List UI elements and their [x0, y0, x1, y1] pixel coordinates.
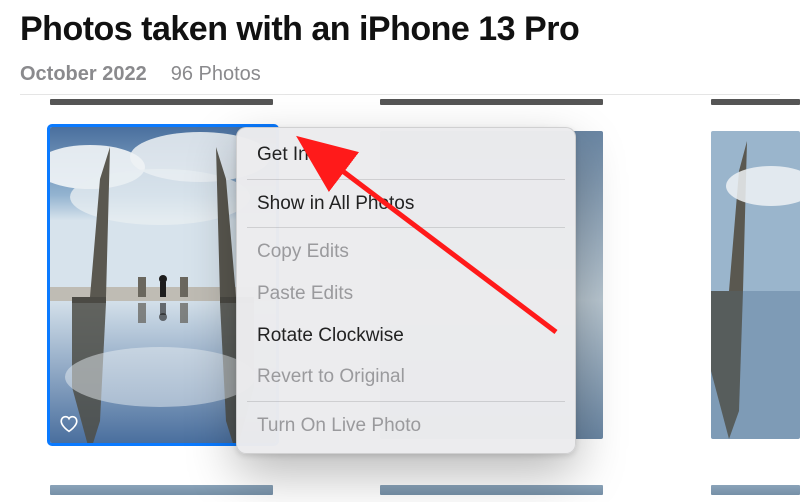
menu-item-paste-edits: Paste Edits: [237, 273, 575, 315]
prev-row-thumb[interactable]: [711, 99, 800, 105]
menu-item-copy-edits: Copy Edits: [237, 231, 575, 273]
menu-item-rotate-clockwise[interactable]: Rotate Clockwise: [237, 315, 575, 357]
menu-item-revert-to-original: Revert to Original: [237, 356, 575, 398]
album-date: October 2022: [20, 63, 147, 86]
menu-item-turn-on-live-photo: Turn On Live Photo: [237, 405, 575, 447]
album-photo-count: 96 Photos: [171, 63, 261, 86]
menu-separator: [247, 401, 565, 402]
photo-thumbnail[interactable]: [711, 131, 800, 439]
photo-grid-area: Get Info Show in All Photos Copy Edits P…: [0, 95, 800, 495]
menu-item-get-info[interactable]: Get Info: [237, 134, 575, 176]
album-subheader: October 2022 96 Photos: [20, 63, 780, 95]
next-row-thumb[interactable]: [711, 485, 800, 495]
context-menu: Get Info Show in All Photos Copy Edits P…: [236, 127, 576, 453]
prev-row-thumb[interactable]: [380, 99, 603, 105]
heart-icon[interactable]: [58, 413, 80, 435]
next-row-thumb[interactable]: [380, 485, 603, 495]
next-row-thumb[interactable]: [50, 485, 273, 495]
album-header: Photos taken with an iPhone 13 Pro Octob…: [0, 0, 800, 95]
prev-row-thumb[interactable]: [50, 99, 273, 105]
menu-separator: [247, 227, 565, 228]
page-title: Photos taken with an iPhone 13 Pro: [20, 10, 780, 49]
menu-item-show-in-all-photos[interactable]: Show in All Photos: [237, 183, 575, 225]
menu-separator: [247, 179, 565, 180]
